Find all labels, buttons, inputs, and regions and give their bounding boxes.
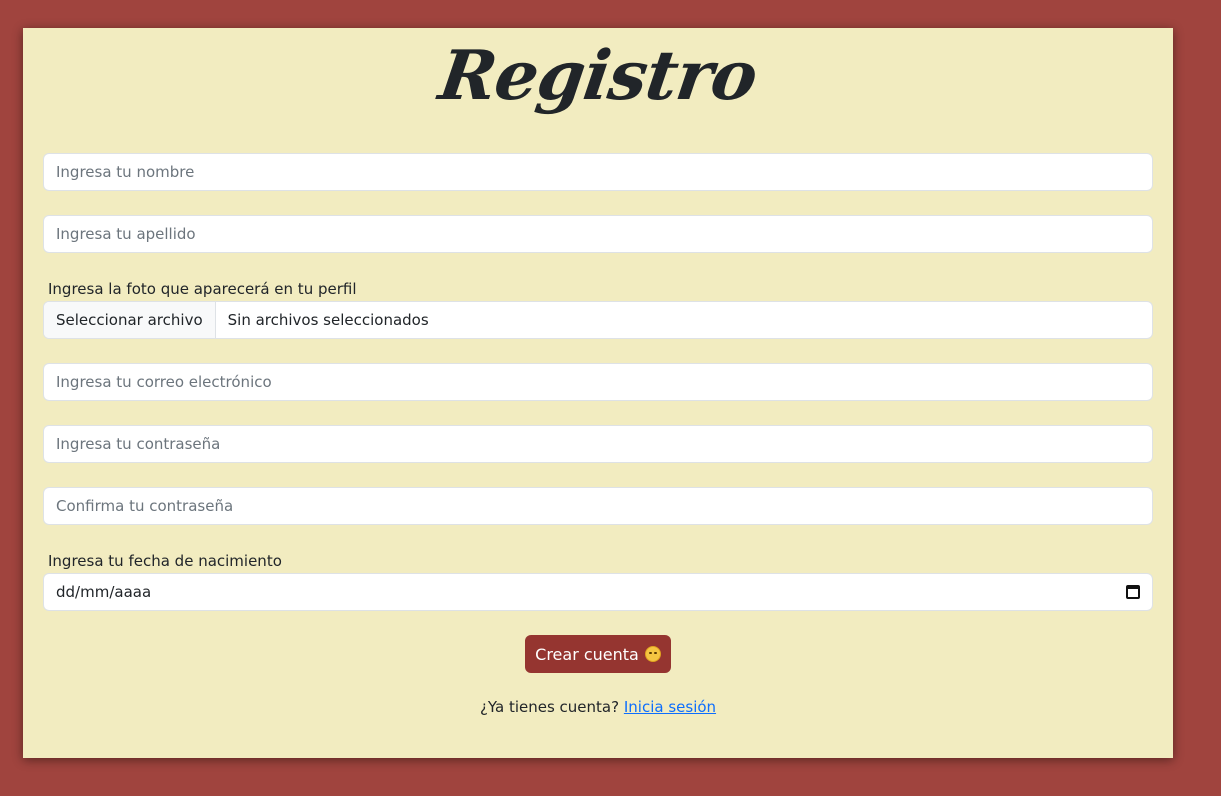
login-link[interactable]: Inicia sesión xyxy=(624,698,716,716)
create-account-label: Crear cuenta xyxy=(535,644,639,664)
calendar-icon[interactable] xyxy=(1126,585,1140,599)
login-prompt-text: ¿Ya tienes cuenta? xyxy=(479,698,620,716)
page-title: Registro xyxy=(434,36,762,116)
choose-file-button[interactable]: Seleccionar archivo xyxy=(44,302,216,338)
password-input[interactable] xyxy=(43,425,1153,463)
last-name-input[interactable] xyxy=(43,215,1153,253)
file-status-text: Sin archivos seleccionados xyxy=(227,311,429,329)
first-name-input[interactable] xyxy=(43,153,1153,191)
winking-face-icon xyxy=(644,646,661,662)
photo-file-input[interactable]: Seleccionar archivo Sin archivos selecci… xyxy=(43,301,1153,339)
photo-label: Ingresa la foto que aparecerá en tu perf… xyxy=(48,280,357,298)
create-account-button[interactable]: Crear cuenta xyxy=(525,635,671,673)
birthdate-label: Ingresa tu fecha de nacimiento xyxy=(48,552,282,570)
email-input[interactable] xyxy=(43,363,1153,401)
birthdate-input[interactable]: dd/mm/aaaa xyxy=(43,573,1153,611)
login-prompt: ¿Ya tienes cuenta? Inicia sesión xyxy=(23,698,1173,716)
confirm-password-input[interactable] xyxy=(43,487,1153,525)
birthdate-value: dd/mm/aaaa xyxy=(56,583,152,601)
registration-card: Registro Ingresa la foto que aparecerá e… xyxy=(23,28,1173,758)
